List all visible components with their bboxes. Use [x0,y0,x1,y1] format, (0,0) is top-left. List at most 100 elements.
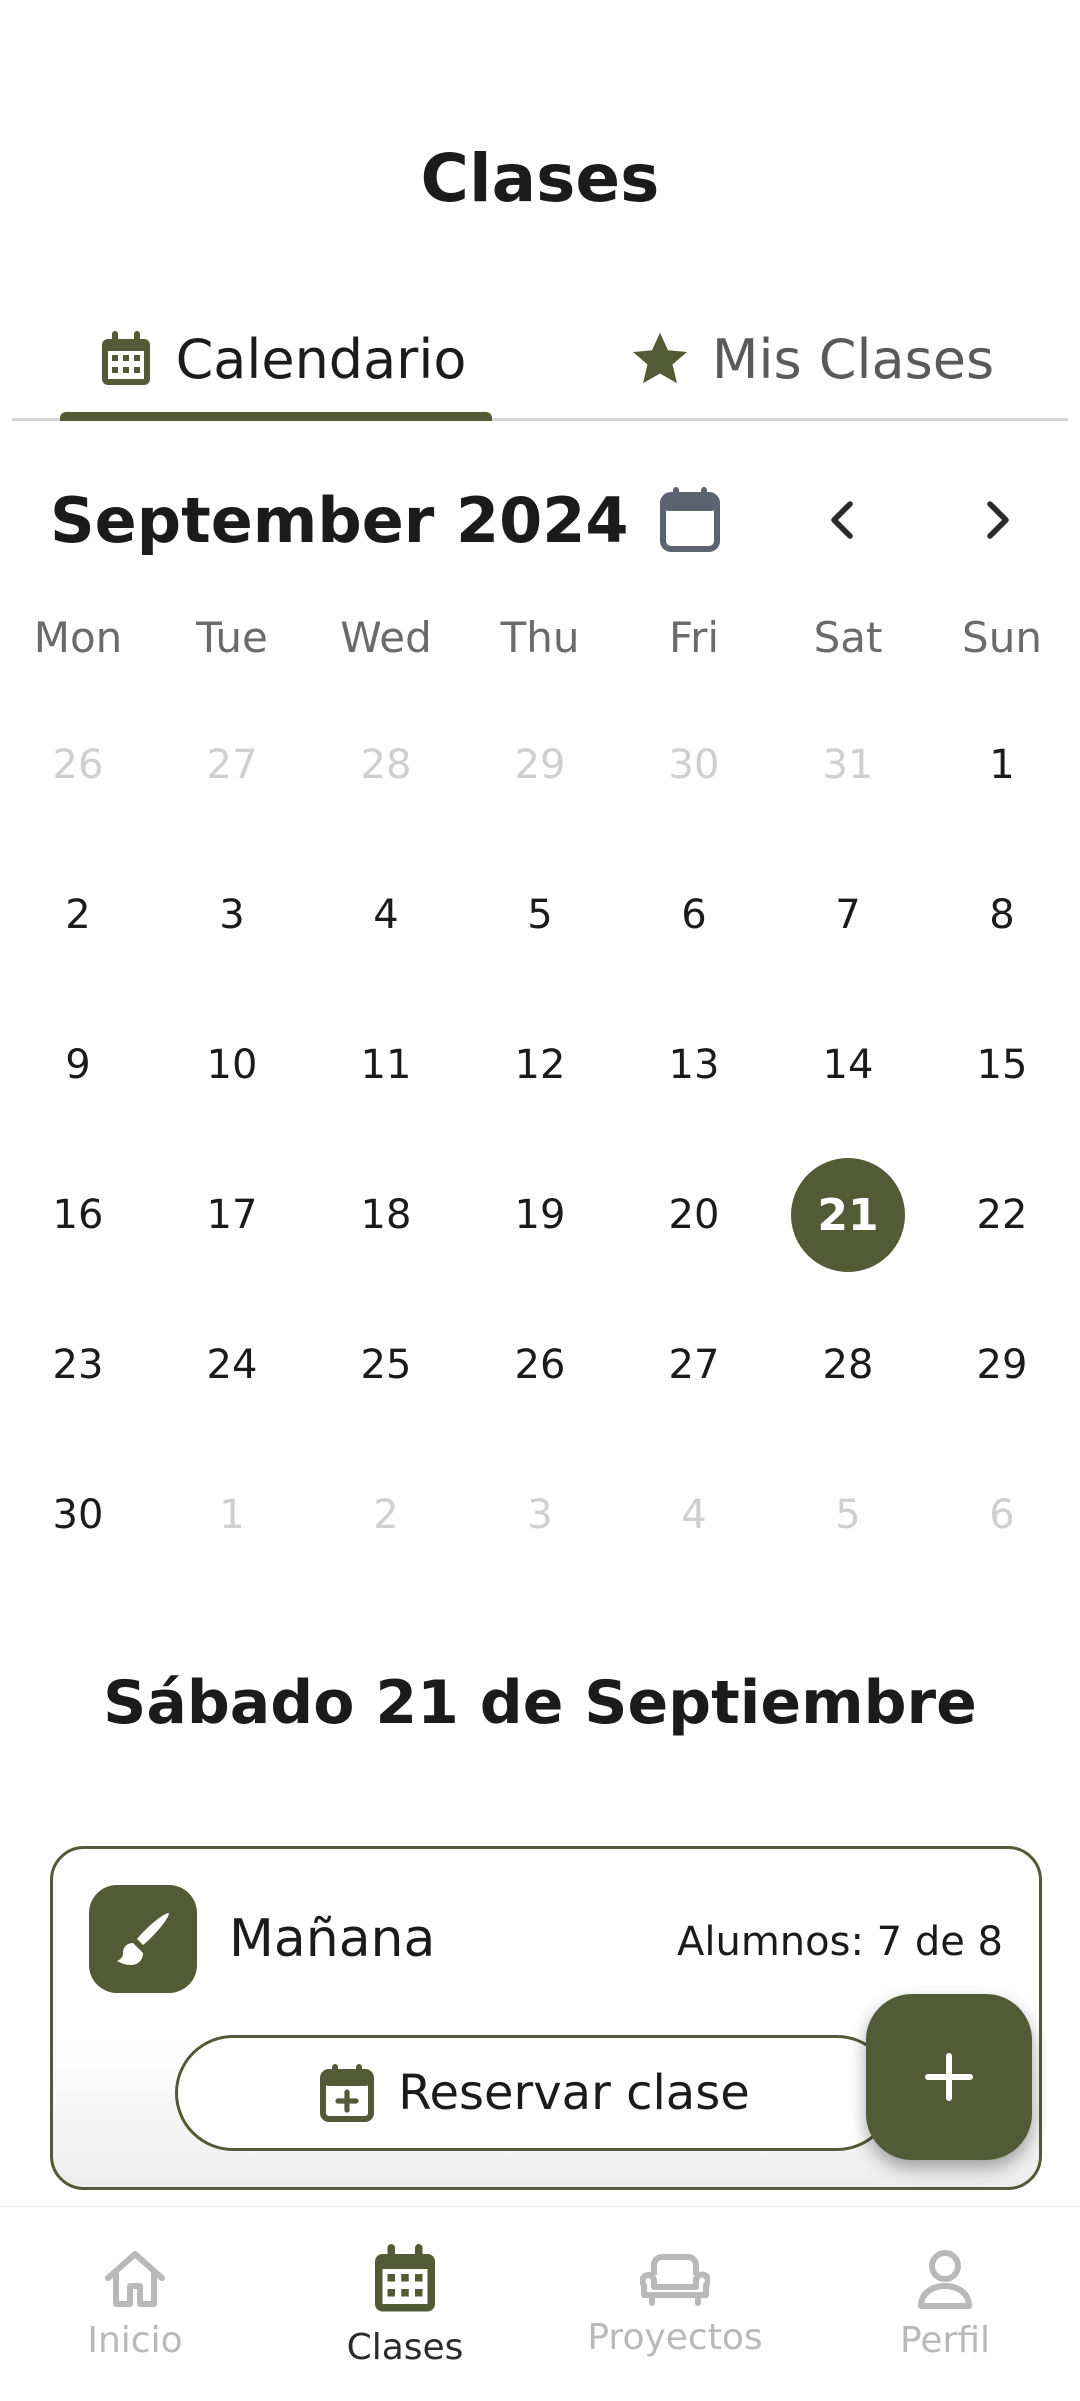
calendar-day-number: 2 [65,892,91,938]
weekday-label: Tue [196,613,268,662]
calendar-day[interactable]: 23 [1,1290,155,1440]
calendar-day-number: 3 [527,1492,553,1538]
calendar-day-number: 30 [52,1492,104,1538]
calendar-day-number: 26 [514,1342,566,1388]
calendar-day[interactable]: 4 [309,840,463,990]
previous-month-button[interactable] [800,478,884,562]
nav-label: Inicio [87,2319,183,2361]
calendar-day-number: 1 [989,742,1015,788]
bottom-navigation: Inicio Clases Proyectos Perfil [0,2206,1080,2401]
nav-item-perfil[interactable]: Perfil [810,2207,1080,2401]
calendar-day[interactable]: 9 [1,990,155,1140]
add-button[interactable] [866,1994,1032,2160]
calendar-day-number: 23 [52,1342,104,1388]
calendar-day[interactable]: 30 [1,1440,155,1590]
calendar-day[interactable]: 18 [309,1140,463,1290]
calendar-day-number: 18 [360,1192,412,1238]
chevron-right-icon [987,501,1009,539]
calendar-day[interactable]: 29 [463,690,617,840]
calendar-day[interactable]: 1 [925,690,1079,840]
calendar-day[interactable]: 2 [1,840,155,990]
calendar-day-number: 6 [681,892,707,938]
calendar-day-number: 27 [668,1342,720,1388]
calendar-day-selected[interactable]: 21 [771,1140,925,1290]
calendar-day[interactable]: 1 [155,1440,309,1590]
nav-label: Clases [346,2326,464,2368]
calendar-day[interactable]: 15 [925,990,1079,1140]
calendar-day[interactable]: 4 [617,1440,771,1590]
weekday-header: Mon Tue Wed Thu Fri Sat Sun [0,598,1080,678]
calendar-day[interactable]: 30 [617,690,771,840]
calendar-day[interactable]: 28 [309,690,463,840]
calendar-day[interactable]: 12 [463,990,617,1140]
calendar-day[interactable]: 8 [925,840,1079,990]
calendar-day[interactable]: 3 [463,1440,617,1590]
reserve-class-button[interactable]: Reservar clase [175,2035,895,2151]
calendar-day[interactable]: 7 [771,840,925,990]
calendar-day-number: 31 [822,742,874,788]
nav-label: Perfil [899,2319,991,2361]
calendar-day[interactable]: 31 [771,690,925,840]
calendar-day-number: 2 [373,1492,399,1538]
calendar-day[interactable]: 14 [771,990,925,1140]
next-month-button[interactable] [956,478,1040,562]
calendar-day[interactable]: 13 [617,990,771,1140]
tab-label: Calendario [175,327,467,391]
tab-calendario[interactable]: Calendario [62,300,502,418]
calendar-day-number: 3 [219,892,245,938]
calendar-day[interactable]: 29 [925,1290,1079,1440]
nav-item-inicio[interactable]: Inicio [0,2207,270,2401]
calendar-day-number: 29 [514,742,566,788]
calendar-day[interactable]: 3 [155,840,309,990]
person-icon [918,2249,972,2309]
nav-item-proyectos[interactable]: Proyectos [540,2207,810,2401]
calendar-day[interactable]: 11 [309,990,463,1140]
calendar-day[interactable]: 20 [617,1140,771,1290]
calendar-day[interactable]: 26 [1,690,155,840]
calendar-day[interactable]: 26 [463,1290,617,1440]
calendar-icon [375,2243,435,2311]
calendar-day[interactable]: 16 [1,1140,155,1290]
calendar-day-number: 5 [527,892,553,938]
calendar-day-number: 11 [360,1042,412,1088]
date-picker-button[interactable] [648,478,732,562]
sofa-icon [640,2253,710,2306]
calendar-day[interactable]: 6 [925,1440,1079,1590]
active-tab-indicator [60,412,492,421]
calendar-day-number: 5 [835,1492,861,1538]
calendar-day-number: 19 [514,1192,566,1238]
calendar-day[interactable]: 6 [617,840,771,990]
reserve-class-label: Reservar clase [398,2065,750,2121]
calendar-day[interactable]: 17 [155,1140,309,1290]
calendar-day[interactable]: 5 [463,840,617,990]
weekday-label: Sat [813,613,883,662]
nav-item-clases[interactable]: Clases [270,2207,540,2401]
calendar-day[interactable]: 5 [771,1440,925,1590]
calendar-day[interactable]: 2 [309,1440,463,1590]
calendar-day[interactable]: 22 [925,1140,1079,1290]
calendar-day[interactable]: 25 [309,1290,463,1440]
calendar-day-number: 29 [976,1342,1028,1388]
page-title: Clases [420,140,660,217]
weekday-label: Wed [340,613,432,662]
calendar-day-number: 4 [681,1492,707,1538]
calendar-day-number: 21 [791,1158,905,1272]
calendar-day-number: 4 [373,892,399,938]
calendar-day-number: 16 [52,1192,104,1238]
calendar-day[interactable]: 19 [463,1140,617,1290]
tab-label: Mis Clases [711,327,995,391]
calendar-day-number: 15 [976,1042,1028,1088]
calendar-day[interactable]: 28 [771,1290,925,1440]
calendar-day[interactable]: 10 [155,990,309,1140]
calendar-day[interactable]: 27 [617,1290,771,1440]
month-label: September 2024 [50,484,629,557]
star-icon [632,332,687,384]
calendar-day-number: 24 [206,1342,258,1388]
weekday-label: Sun [962,613,1042,662]
weekday-label: Mon [33,613,123,662]
calendar-day[interactable]: 24 [155,1290,309,1440]
nav-label: Proyectos [587,2316,763,2358]
tab-mis-clases[interactable]: Mis Clases [592,300,1032,418]
calendar-day[interactable]: 27 [155,690,309,840]
calendar-day-number: 9 [65,1042,91,1088]
